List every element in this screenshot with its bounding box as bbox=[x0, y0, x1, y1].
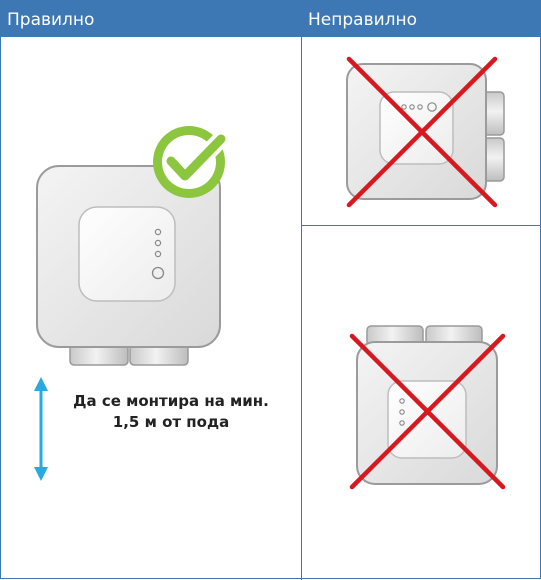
checkmark-icon bbox=[153, 126, 230, 198]
vertical-arrow-icon bbox=[34, 377, 48, 481]
note-line-2: 1,5 м от пода bbox=[112, 413, 230, 431]
mounting-guide: Правилно Неправилно Да се монтира на мин… bbox=[0, 0, 541, 580]
note-line-1: Да се монтира на мин. bbox=[73, 392, 269, 410]
illustrations bbox=[34, 56, 506, 490]
control-panel bbox=[387, 380, 467, 459]
mounting-height-note: Да се монтира на мин. 1,5 м от пода bbox=[51, 391, 291, 433]
